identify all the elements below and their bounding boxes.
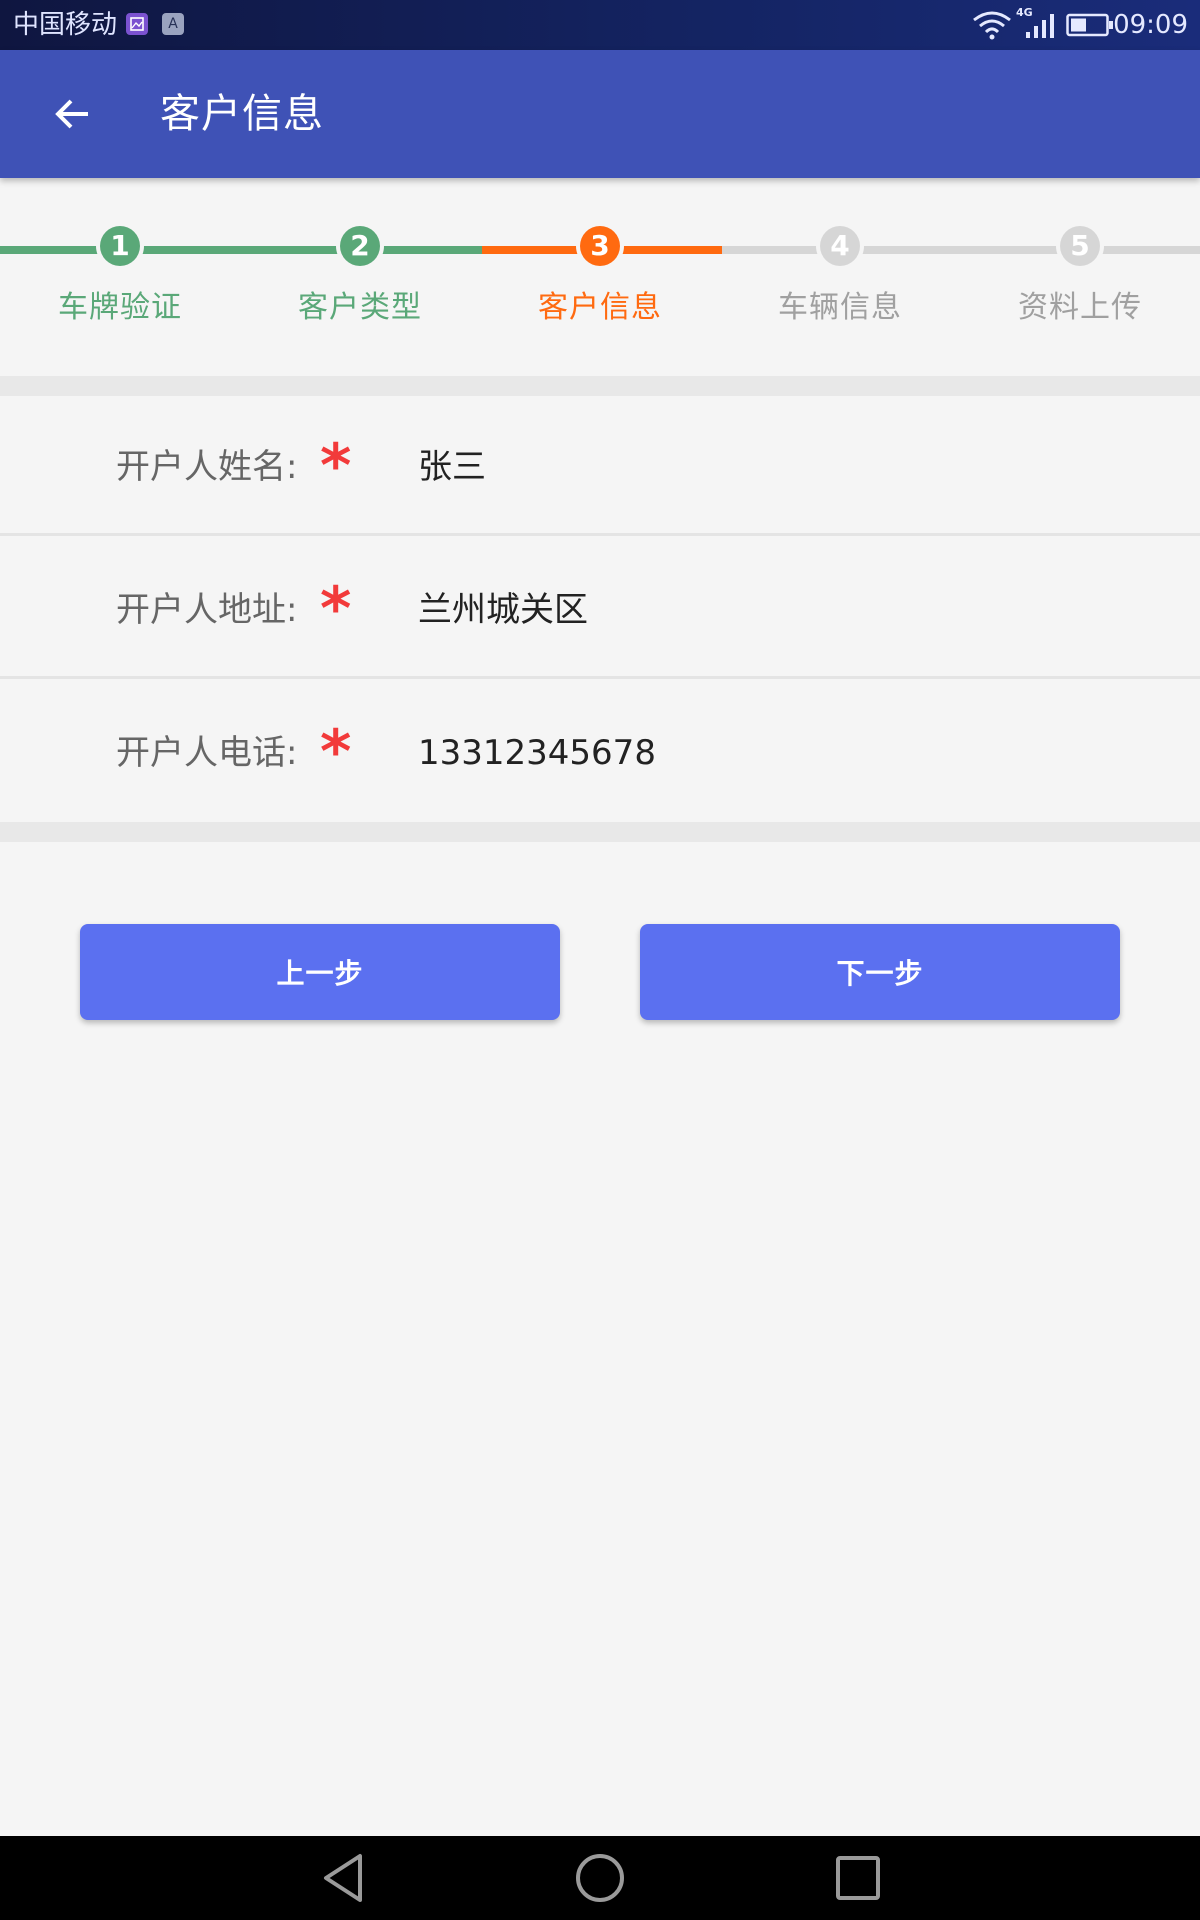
- step-3: 3 客户信息: [480, 226, 720, 328]
- section-divider-top: [0, 376, 1200, 396]
- name-label: 开户人姓名:: [116, 447, 298, 487]
- step-1-label: 车牌验证: [58, 290, 182, 325]
- step-2: 2 客户类型: [240, 226, 480, 328]
- navigation-bar: [0, 1836, 1200, 1920]
- phone-label: 开户人电话:: [116, 733, 298, 773]
- back-triangle-icon[interactable]: [318, 1850, 370, 1906]
- arrow-left-icon: [55, 99, 88, 129]
- phone-field[interactable]: 13312345678: [418, 730, 656, 776]
- battery-icon: [1066, 13, 1113, 37]
- step-3-number: 3: [580, 226, 620, 266]
- name-field[interactable]: 张三: [418, 444, 486, 490]
- section-divider-bottom: [0, 822, 1200, 842]
- carrier-name: 中国移动: [13, 10, 118, 40]
- screen: 中国移动 A 4G 09:09 客户信息 1 车牌验证 2 客户类型 3 客户信…: [0, 0, 1200, 1920]
- home-circle-icon[interactable]: [572, 1850, 628, 1906]
- step-1: 1 车牌验证: [0, 226, 240, 328]
- app-bar: 客户信息: [0, 50, 1200, 178]
- status-bar: 中国移动 A 4G 09:09: [0, 0, 1200, 50]
- step-5-number: 5: [1060, 226, 1100, 266]
- step-4-label: 车辆信息: [778, 290, 902, 325]
- signal-icon: [1026, 14, 1054, 38]
- row-divider: [0, 676, 1200, 679]
- required-star: *: [320, 431, 352, 501]
- previous-step-button[interactable]: 上一步: [80, 924, 560, 1020]
- step-3-label: 客户信息: [538, 290, 662, 325]
- clock: 09:09: [1113, 10, 1188, 40]
- address-field[interactable]: 兰州城关区: [418, 587, 588, 633]
- step-5: 5 资料上传: [960, 226, 1200, 328]
- step-2-number: 2: [340, 226, 380, 266]
- address-label: 开户人地址:: [116, 590, 298, 630]
- recents-square-icon[interactable]: [830, 1850, 886, 1906]
- next-step-button[interactable]: 下一步: [640, 924, 1120, 1020]
- step-2-label: 客户类型: [298, 290, 422, 325]
- gallery-icon: [126, 13, 148, 35]
- required-star: *: [320, 717, 352, 787]
- page-title: 客户信息: [160, 91, 324, 137]
- step-5-label: 资料上传: [1018, 290, 1142, 325]
- step-1-number: 1: [100, 226, 140, 266]
- form-row-address[interactable]: 开户人地址: * 兰州城关区: [0, 539, 1200, 679]
- progress-stepper: 1 车牌验证 2 客户类型 3 客户信息 4 车辆信息 5 资料上传: [0, 178, 1200, 374]
- letter-a-icon: A: [162, 13, 184, 35]
- back-button[interactable]: [40, 88, 104, 140]
- step-4-number: 4: [820, 226, 860, 266]
- wifi-icon: [973, 11, 1011, 40]
- form-row-phone[interactable]: 开户人电话: * 13312345678: [0, 682, 1200, 822]
- form-row-name[interactable]: 开户人姓名: * 张三: [0, 396, 1200, 536]
- step-4: 4 车辆信息: [720, 226, 960, 328]
- required-star: *: [320, 574, 352, 644]
- row-divider: [0, 533, 1200, 536]
